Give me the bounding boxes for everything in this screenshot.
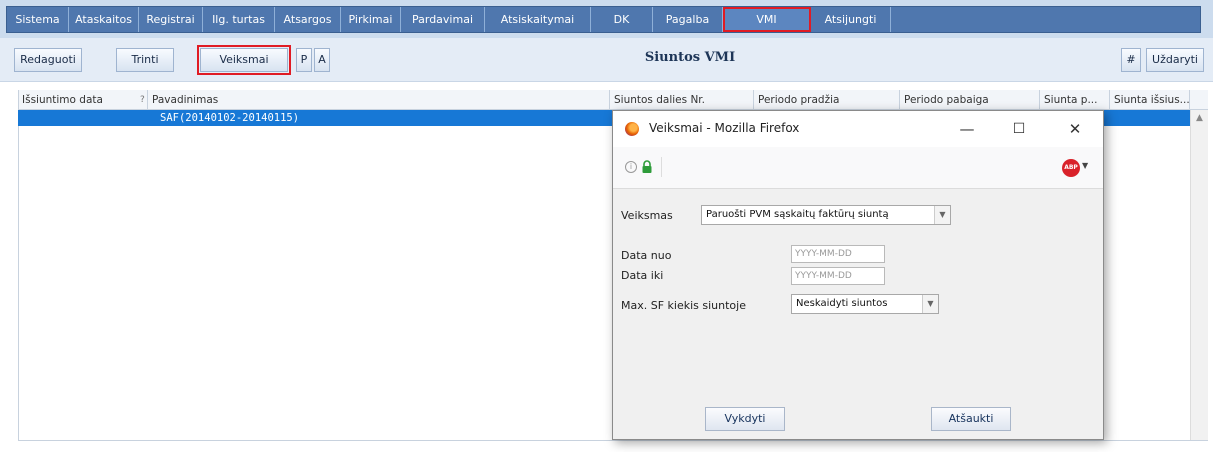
max-sf-select[interactable]: Neskaidyti siuntos ▼ (791, 294, 939, 314)
menu-item-vmi[interactable]: VMI (723, 7, 811, 32)
column-header-period-end[interactable]: Periodo pabaiga (900, 90, 1040, 110)
info-icon[interactable]: i (625, 161, 637, 173)
dialog-titlebar[interactable]: Veiksmai - Mozilla Firefox — ☐ ✕ (613, 111, 1103, 147)
menu-spacer (891, 7, 1200, 32)
menu-item-ataskaitos[interactable]: Ataskaitos (69, 7, 139, 32)
dialog-title: Veiksmai - Mozilla Firefox (649, 121, 800, 135)
date-to-label: Data iki (621, 269, 664, 282)
column-header-period-start[interactable]: Periodo pradžia (754, 90, 900, 110)
menu-item-pardavimai[interactable]: Pardavimai (401, 7, 485, 32)
menu-item-atsijungti[interactable]: Atsijungti (811, 7, 891, 32)
menu-item-ilg-turtas[interactable]: Ilg. turtas (203, 7, 275, 32)
chevron-down-icon[interactable]: ▼ (1082, 161, 1088, 170)
firefox-icon (625, 122, 639, 136)
action-select-value: Paruošti PVM sąskaitų faktūrų siuntą (706, 209, 889, 220)
maximize-icon[interactable]: ☐ (1005, 117, 1033, 141)
close-icon[interactable]: ✕ (1061, 117, 1089, 141)
a-button[interactable]: A (314, 48, 330, 72)
url-divider (661, 157, 662, 177)
menu-item-registrai[interactable]: Registrai (139, 7, 203, 32)
close-button[interactable]: Uždaryti (1146, 48, 1204, 72)
hash-button[interactable]: # (1121, 48, 1141, 72)
date-from-label: Data nuo (621, 249, 672, 262)
scroll-up-icon[interactable]: ▲ (1191, 110, 1208, 126)
actions-button[interactable]: Veiksmai (197, 45, 291, 75)
menu-item-pirkimai[interactable]: Pirkimai (341, 7, 401, 32)
menu-bar-items: Sistema Ataskaitos Registrai Ilg. turtas… (6, 6, 1201, 33)
column-header-name[interactable]: Pavadinimas (148, 90, 610, 110)
menu-item-dk[interactable]: DK (591, 7, 653, 32)
menu-item-sistema[interactable]: Sistema (7, 7, 69, 32)
toolbar: Redaguoti Trinti Veiksmai P A Siuntos VM… (0, 38, 1213, 82)
column-header-shipment-p[interactable]: Siunta p... (1040, 90, 1110, 110)
grid-bottom-border (18, 440, 1208, 441)
menu-item-pagalba[interactable]: Pagalba (653, 7, 723, 32)
max-sf-select-value: Neskaidyti siuntos (796, 298, 888, 309)
max-sf-label: Max. SF kiekis siuntoje (621, 299, 746, 312)
adblock-icon[interactable]: ABP (1062, 159, 1080, 177)
minimize-icon[interactable]: — (953, 117, 981, 141)
delete-button[interactable]: Trinti (116, 48, 174, 72)
column-header-shipment-sent[interactable]: Siunta išsius... (1110, 90, 1190, 110)
cell-name: SAF(20140102-20140115) (160, 112, 300, 124)
action-select[interactable]: Paruošti PVM sąskaitų faktūrų siuntą ▼ (701, 205, 951, 225)
action-label: Veiksmas (621, 209, 673, 222)
column-header-label: Išsiuntimo data (22, 94, 103, 106)
date-to-input[interactable]: YYYY-MM-DD (791, 267, 885, 285)
menu-bar: Sistema Ataskaitos Registrai Ilg. turtas… (0, 0, 1213, 38)
dialog-url-bar: i ABP ▼ (613, 147, 1103, 189)
vertical-scrollbar[interactable]: ▲ (1190, 110, 1208, 440)
column-header-sent-date[interactable]: Išsiuntimo data ? (18, 90, 148, 110)
menu-item-atsiskaitymai[interactable]: Atsiskaitymai (485, 7, 591, 32)
column-header-part-number[interactable]: Siuntos dalies Nr. (610, 90, 754, 110)
actions-dialog: Veiksmai - Mozilla Firefox — ☐ ✕ i ABP ▼… (612, 110, 1104, 440)
date-from-input[interactable]: YYYY-MM-DD (791, 245, 885, 263)
p-button[interactable]: P (296, 48, 312, 72)
lock-icon (642, 160, 652, 173)
grid-header: Išsiuntimo data ? Pavadinimas Siuntos da… (18, 90, 1208, 110)
grid-left-border (18, 90, 19, 440)
execute-button[interactable]: Vykdyti (705, 407, 785, 431)
edit-button[interactable]: Redaguoti (14, 48, 82, 72)
page-title: Siuntos VMI (644, 50, 736, 65)
chevron-down-icon: ▼ (934, 206, 950, 224)
chevron-down-icon: ▼ (922, 295, 938, 313)
cancel-button[interactable]: Atšaukti (931, 407, 1011, 431)
menu-item-atsargos[interactable]: Atsargos (275, 7, 341, 32)
sort-indicator-icon: ? (140, 95, 145, 105)
